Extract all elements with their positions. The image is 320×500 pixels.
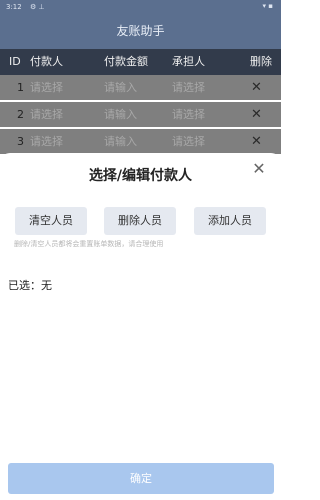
app-bar: 友账助手 — [0, 14, 281, 49]
modal-dim-overlay[interactable] — [0, 49, 281, 155]
confirm-button[interactable]: 确定 — [8, 463, 274, 494]
notification-icons: ⚙ ⊥ — [30, 3, 45, 11]
clear-members-button[interactable]: 清空人员 — [15, 207, 87, 235]
status-time: 3:12 — [6, 3, 22, 11]
selected-label: 已选：无 — [8, 279, 52, 292]
app-title: 友账助手 — [116, 24, 165, 38]
warning-hint: 删除/清空人员都将会重置账单数据，请合理使用 — [14, 240, 164, 248]
remove-member-button[interactable]: 删除人员 — [104, 207, 176, 235]
add-member-button[interactable]: 添加人员 — [194, 207, 266, 235]
status-bar: 3:12 ⚙ ⊥ ▾ ▪ — [0, 0, 281, 14]
close-icon[interactable]: ✕ — [251, 161, 267, 177]
payer-bottom-sheet: 选择/编辑付款人 ✕ 清空人员 删除人员 添加人员 删除/清空人员都将会重置账单… — [0, 153, 281, 500]
sheet-title: 选择/编辑付款人 — [88, 168, 193, 184]
wifi-battery-icons: ▾ ▪ — [262, 2, 273, 10]
